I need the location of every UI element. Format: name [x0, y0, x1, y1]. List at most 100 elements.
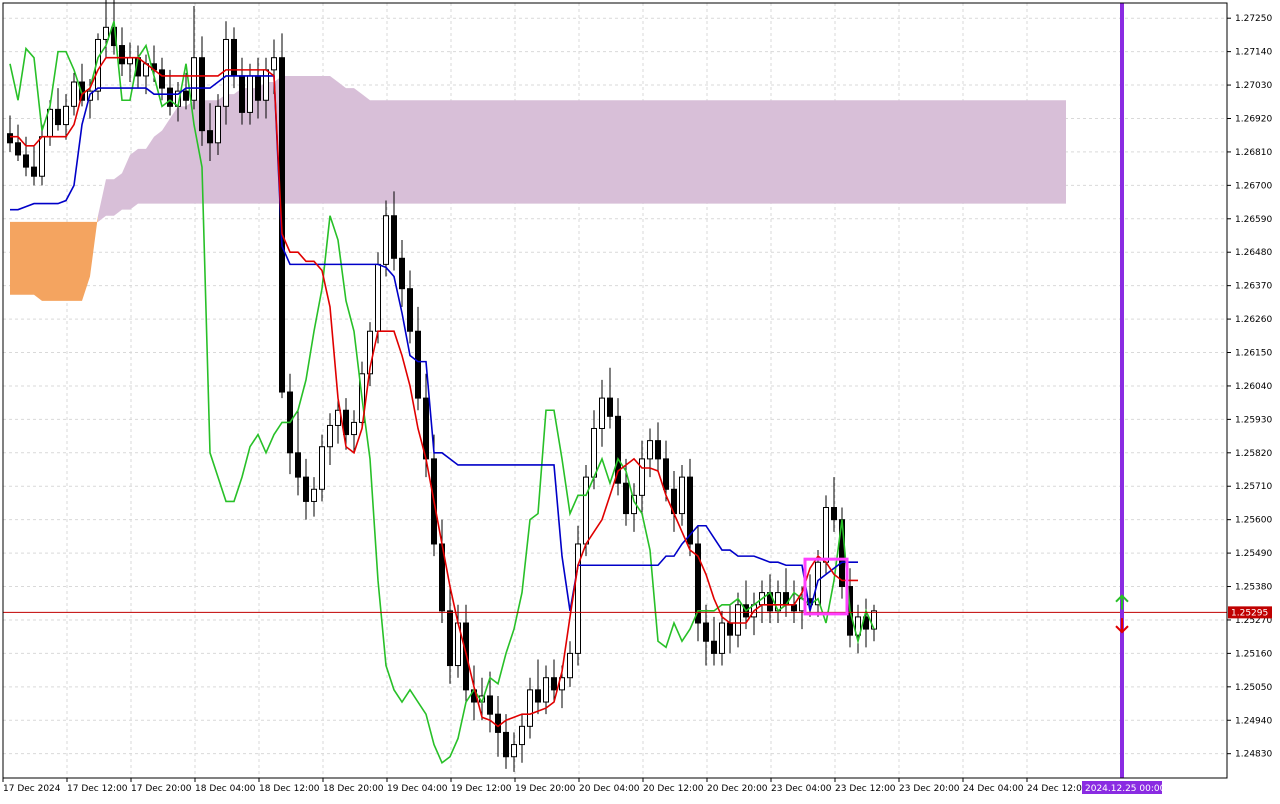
candle-body — [407, 288, 413, 332]
candle-body — [711, 640, 717, 654]
kumo-segment — [930, 100, 938, 204]
kumo-segment — [634, 100, 642, 204]
x-tick-label: 24 Dec 12:00 — [1027, 784, 1088, 794]
candle-body — [623, 482, 629, 515]
kumo-segment — [90, 215, 98, 277]
kumo-segment — [922, 100, 930, 204]
kumo-segment — [826, 100, 834, 204]
kumo-segment — [306, 75, 314, 204]
x-tick-label: 19 Dec 04:00 — [387, 784, 448, 794]
kumo-segment — [482, 100, 490, 204]
y-tick-label: 1.27140 — [1235, 48, 1272, 58]
current-price-label: 1.25295 — [1231, 608, 1268, 618]
kumo-segment — [522, 100, 530, 204]
kumo-segment — [10, 221, 18, 295]
candle-body — [503, 731, 509, 758]
kumo-segment — [1034, 100, 1042, 204]
kumo-segment — [642, 100, 650, 204]
candle-body — [191, 57, 197, 101]
kumo-segment — [106, 179, 114, 216]
candle-body — [447, 610, 453, 667]
candle-body — [7, 133, 13, 144]
candle-body — [375, 263, 381, 332]
candle-body — [727, 622, 733, 636]
kumo-segment — [802, 100, 810, 204]
kumo-segment — [298, 75, 306, 204]
kumo-segment — [890, 100, 898, 204]
x-tick-label: 19 Dec 20:00 — [515, 784, 576, 794]
kumo-segment — [1018, 100, 1026, 204]
x-tick-label: 24 Dec 04:00 — [963, 784, 1024, 794]
kumo-segment — [906, 100, 914, 204]
kumo-segment — [650, 100, 658, 204]
kumo-segment — [146, 136, 154, 204]
x-tick-label: 18 Dec 12:00 — [259, 784, 320, 794]
kumo-segment — [938, 100, 946, 204]
candle-body — [703, 622, 709, 642]
candle-body — [71, 81, 77, 107]
kumo-segment — [330, 75, 338, 204]
candle-body — [495, 713, 501, 733]
kumo-segment — [546, 100, 554, 204]
y-tick-label: 1.26370 — [1235, 282, 1272, 292]
x-tick-label: 17 Dec 12:00 — [67, 784, 128, 794]
kumo-segment — [602, 100, 610, 204]
kumo-segment — [770, 100, 778, 204]
kumo-segment — [474, 100, 482, 204]
y-tick-label: 1.26700 — [1235, 181, 1272, 191]
kumo-cloud — [10, 75, 1066, 301]
kumo-segment — [314, 75, 322, 204]
candle-body — [263, 69, 269, 101]
y-tick-label: 1.25710 — [1235, 482, 1272, 492]
kumo-segment — [834, 100, 842, 204]
candle-body — [415, 330, 421, 399]
kumo-segment — [954, 100, 962, 204]
chart-container[interactable]: 1.27250 1.27140 1.27030 1.26920 1.26810 1.267… — [0, 0, 1280, 800]
kumo-segment — [138, 148, 146, 204]
kumo-segment — [122, 154, 130, 210]
kumo-segment — [178, 106, 186, 204]
candle-body — [391, 215, 397, 259]
kumo-segment — [794, 100, 802, 204]
candle-body — [255, 75, 261, 101]
candle-body — [535, 689, 541, 703]
candle-body — [215, 105, 221, 144]
current-time-label: 2024.12.25 00:00 — [1085, 784, 1166, 794]
kumo-segment — [378, 100, 386, 204]
kumo-segment — [114, 173, 122, 216]
candle-body — [159, 69, 165, 89]
x-tick-label: 23 Dec 20:00 — [899, 784, 960, 794]
y-tick-label: 1.25160 — [1235, 649, 1272, 659]
kumo-segment — [418, 100, 426, 204]
candle-body — [199, 57, 205, 132]
kumo-segment — [74, 221, 82, 301]
kumo-segment — [162, 118, 170, 204]
kumo-segment — [858, 100, 866, 204]
candle-body — [551, 677, 557, 691]
candle-body — [831, 507, 837, 521]
x-tick-label: 23 Dec 12:00 — [835, 784, 896, 794]
kumo-segment — [394, 100, 402, 204]
candle-body — [319, 446, 325, 490]
ichimoku-chart[interactable]: 1.27250 1.27140 1.27030 1.26920 1.26810 1.267… — [0, 0, 1280, 800]
x-tick-label: 20 Dec 20:00 — [707, 784, 768, 794]
y-tick-label: 1.27030 — [1235, 81, 1272, 91]
y-tick-label: 1.26920 — [1235, 114, 1272, 124]
kumo-segment — [818, 100, 826, 204]
kumo-segment — [402, 100, 410, 204]
kumo-segment — [994, 100, 1002, 204]
kumo-segment — [810, 100, 818, 204]
candle-body — [351, 421, 357, 436]
kumo-segment — [898, 100, 906, 204]
candle-body — [295, 452, 301, 478]
kumo-segment — [730, 100, 738, 204]
y-tick-label: 1.25490 — [1235, 549, 1272, 559]
x-tick-label: 23 Dec 04:00 — [771, 784, 832, 794]
kumo-segment — [18, 221, 26, 295]
candle-body — [303, 476, 309, 502]
candle-body — [39, 136, 45, 177]
kumo-segment — [842, 100, 850, 204]
kumo-segment — [290, 75, 298, 204]
candle-body — [647, 440, 653, 460]
candle-body — [567, 652, 573, 679]
